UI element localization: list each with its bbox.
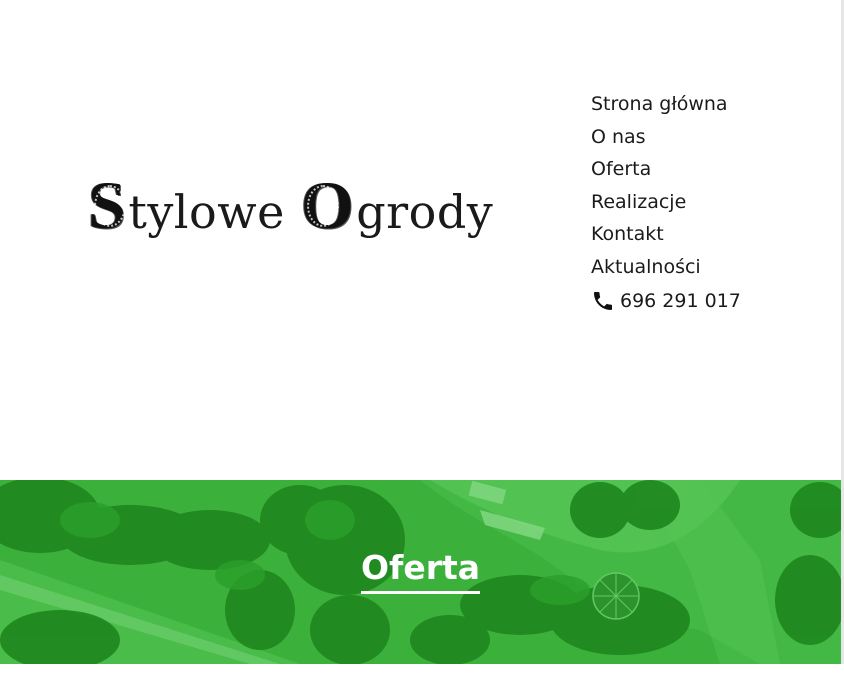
logo-initial-o: O <box>300 167 355 243</box>
logo-wordmark: S tylowe O grody <box>88 171 493 239</box>
main-nav: Strona główna O nas Oferta Realizacje Ko… <box>591 90 728 286</box>
nav-item-news[interactable]: Aktualności <box>591 253 728 286</box>
nav-item-realizations[interactable]: Realizacje <box>591 188 728 221</box>
nav-phone-link[interactable]: 696 291 017 <box>591 288 741 314</box>
nav-item-contact[interactable]: Kontakt <box>591 220 728 253</box>
site-logo[interactable]: S tylowe O grody <box>88 160 493 250</box>
logo-word-1: tylowe <box>128 185 285 239</box>
nav-item-offer[interactable]: Oferta <box>591 155 728 188</box>
hero-title: Oferta <box>0 548 841 594</box>
hero-title-text: Oferta <box>360 548 481 594</box>
page-bottom-strip <box>0 664 844 673</box>
phone-icon <box>594 292 612 310</box>
logo-initial-s: S <box>88 167 127 243</box>
logo-word-2: grody <box>356 185 494 239</box>
phone-number: 696 291 017 <box>620 290 741 312</box>
nav-item-home[interactable]: Strona główna <box>591 90 728 123</box>
nav-item-about[interactable]: O nas <box>591 123 728 156</box>
